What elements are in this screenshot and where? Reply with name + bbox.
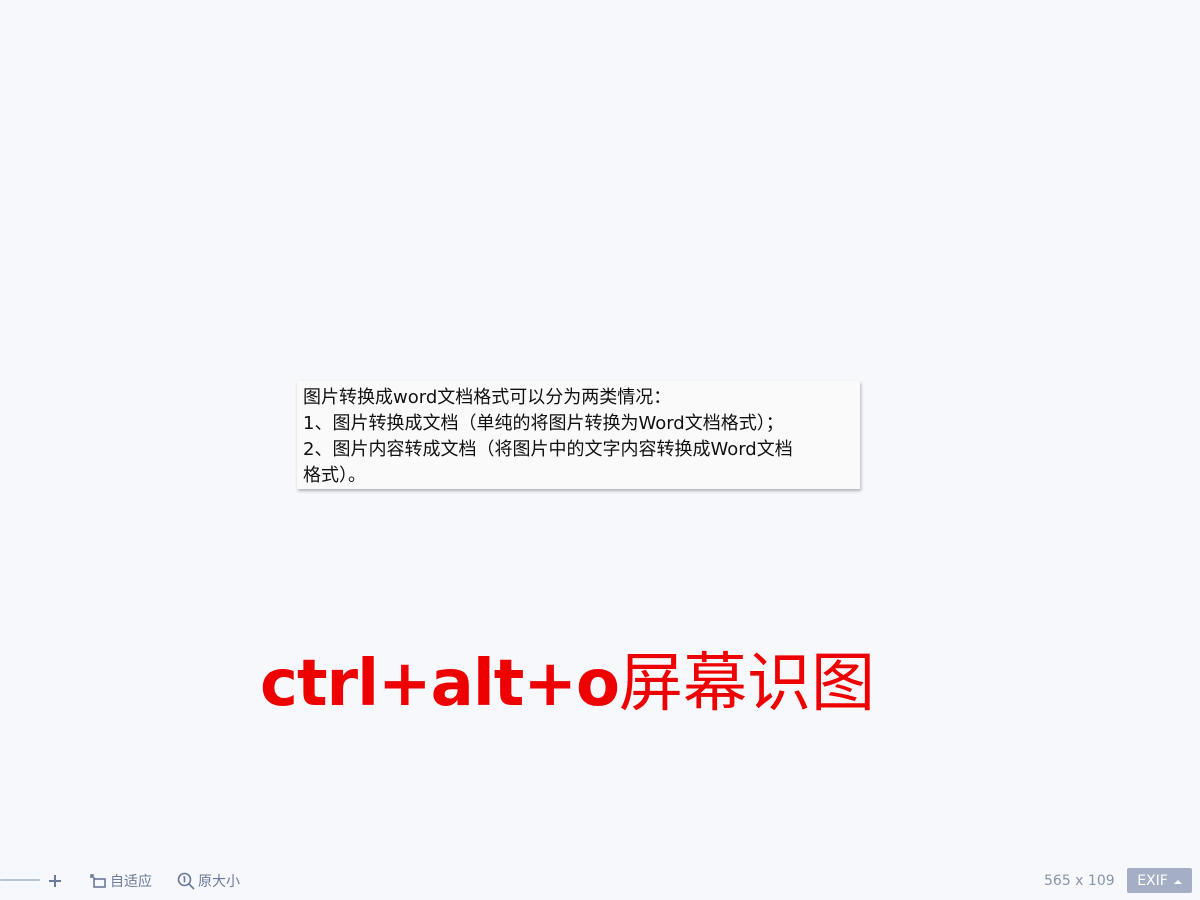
shortcut-label: 屏幕识图 [618,647,875,721]
image-dimensions: 565 x 109 [1044,873,1115,889]
shortcut-caption: ctrl+alt+o屏幕识图 [260,642,875,726]
image-text-line-3: 2、图片内容转成文档（将图片中的文字内容转换成Word文档 [303,439,793,460]
image-text-line-2: 1、图片转换成文档（单纯的将图片转换为Word文档格式）； [303,413,784,434]
displayed-image: 图片转换成word文档格式可以分为两类情况： 1、图片转换成文档（单纯的将图片转… [297,381,860,489]
image-text-line-1: 图片转换成word文档格式可以分为两类情况： [303,387,672,408]
zoom-in-button[interactable] [47,868,63,894]
fit-to-window-button[interactable]: 自适应 [88,868,152,894]
fit-to-window-label: 自适应 [110,874,152,890]
zoom-slider-track[interactable] [0,879,40,881]
shortcut-keys: ctrl+alt+o [260,647,620,721]
exif-label: EXIF [1137,872,1168,889]
actual-size-label: 原大小 [198,874,240,890]
magnifier-icon [176,871,198,891]
fit-screen-icon [88,871,110,891]
actual-size-button[interactable]: 原大小 [176,868,240,894]
image-viewer-canvas: 图片转换成word文档格式可以分为两类情况： 1、图片转换成文档（单纯的将图片转… [0,0,1200,860]
exif-button[interactable]: EXIF [1127,868,1192,893]
caret-up-icon [1173,873,1182,889]
plus-icon [47,873,63,889]
image-text-line-4: 格式）。 [303,465,366,486]
